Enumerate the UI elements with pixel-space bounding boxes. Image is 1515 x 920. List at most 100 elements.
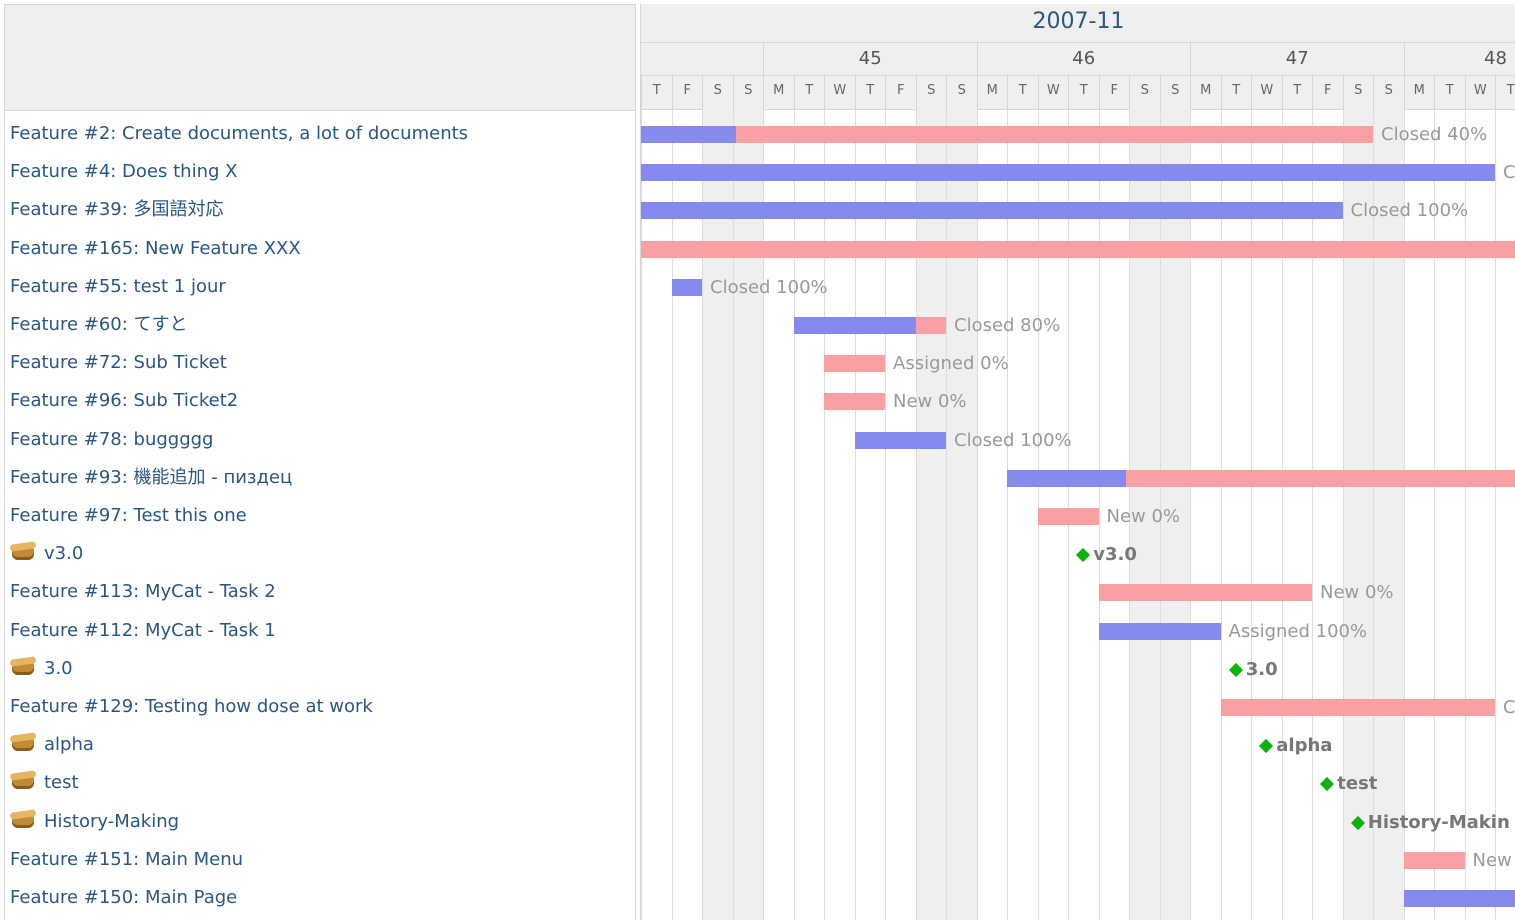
issue-row: Feature #2: Create documents, a lot of d… [10,119,468,149]
task-bar[interactable] [641,240,1515,258]
day-header-cell: S [702,76,733,109]
day-column [1373,109,1404,920]
milestone-label: History-Makin [1367,811,1510,833]
day-header-cell: W [1251,76,1282,109]
task-bar-progress [641,164,1495,182]
issue-link[interactable]: Feature #150: Main Page [10,887,237,908]
day-column [702,109,733,920]
day-column [1464,109,1496,920]
issue-link[interactable]: Feature #93: 機能追加 - пиздец [10,467,292,488]
month-header: 2007-11 [641,4,1515,43]
version-link[interactable]: History-Making [44,811,179,832]
task-bar-progress [793,317,916,334]
day-header-cell: S [732,76,764,109]
task-bar[interactable] [641,164,1495,182]
task-bar[interactable] [854,431,946,449]
issue-link[interactable]: Feature #165: New Feature XXX [10,238,301,259]
day-column [1434,109,1465,920]
issue-link[interactable]: Feature #2: Create documents, a lot of d… [10,123,468,144]
task-bar[interactable] [1403,890,1515,907]
task-bar-progress [1403,890,1515,907]
version-row: v3.0 [9,539,83,569]
task-bar[interactable] [1098,622,1221,640]
task-bar[interactable] [1098,584,1312,602]
week-header-cell [641,43,763,75]
task-bar[interactable] [1037,508,1099,525]
version-row: alpha [9,730,94,760]
day-header-cell: W [1037,76,1069,109]
day-header-cell: T [1495,76,1515,109]
week-header-cell: 46 [976,43,1191,75]
task-status-label: C 0 [1503,697,1515,718]
day-column [1190,109,1221,920]
day-column [1220,109,1252,920]
day-column [946,109,977,920]
issue-row: Feature #129: Testing how dose at work [10,692,373,722]
day-header-cell: T [1068,76,1099,109]
task-bar[interactable] [641,202,1343,220]
day-column [732,109,763,920]
task-bar[interactable] [793,317,946,334]
issue-row: Feature #93: 機能追加 - пиздец [10,463,292,493]
subject-panel: Feature #2: Create documents, a lot of d… [4,4,636,920]
issue-link[interactable]: Feature #112: MyCat - Task 1 [10,620,276,641]
task-bar[interactable] [1220,699,1495,716]
week-header-cell: 47 [1190,43,1404,75]
week-header-cell: 48 [1403,43,1515,75]
issue-row: Feature #165: New Feature XXX [10,234,301,264]
task-bar[interactable] [1007,469,1515,487]
day-header-cell: T [641,76,672,109]
issue-row: Feature #112: MyCat - Task 1 [10,616,276,646]
week-header-cell: 45 [763,43,977,75]
week-header: 45 46 47 48 [641,43,1515,76]
issue-link[interactable]: Feature #39: 多国語対応 [10,199,224,220]
day-header-cell: F [885,76,916,109]
day-column [885,109,916,920]
version-link[interactable]: 3.0 [44,658,73,679]
task-bar[interactable] [671,278,702,296]
day-header-cell: T [1220,76,1252,109]
day-column [824,109,855,920]
task-bar[interactable] [1403,851,1465,869]
version-row: test [9,768,79,798]
issue-link[interactable]: Feature #60: てすと [10,314,188,335]
issue-row: Feature #150: Main Page [10,883,237,913]
issue-row: Feature #39: 多国語対応 [10,195,224,225]
version-link[interactable]: alpha [44,734,94,755]
issue-row: Feature #96: Sub Ticket2 [10,386,238,416]
day-header-cell: M [763,76,794,109]
version-link[interactable]: v3.0 [44,543,83,564]
task-status-label: Closed 100% [710,276,828,298]
task-status-label: Assigned 0% [893,353,1009,375]
version-row: History-Making [9,807,179,837]
issue-link[interactable]: Feature #78: buggggg [10,429,213,450]
task-status-label: Assigned 100% [1228,620,1368,642]
task-status-label: C 1 [1503,162,1515,184]
task-bar[interactable] [824,393,885,411]
issue-link[interactable]: Feature #4: Does thing X [10,161,237,182]
day-column [793,109,825,920]
milestone-label: alpha [1276,735,1333,757]
issue-link[interactable]: Feature #129: Testing how dose at work [10,696,373,717]
task-status-label: New 0% [1106,506,1181,527]
issue-link[interactable]: Feature #151: Main Menu [10,849,243,870]
day-column [641,109,672,920]
issue-link[interactable]: Feature #55: test 1 jour [10,276,226,297]
issue-link[interactable]: Feature #72: Sub Ticket [10,352,227,373]
task-bar[interactable] [824,355,885,373]
task-status-label: New 0% [1320,582,1394,604]
issue-link[interactable]: Feature #96: Sub Ticket2 [10,390,238,411]
task-bar[interactable] [641,126,1373,143]
issue-link[interactable]: Feature #113: MyCat - Task 2 [10,581,276,602]
day-header-cell: T [793,76,825,109]
day-column [671,109,703,920]
day-header-cell: F [671,76,703,109]
version-link[interactable]: test [44,772,79,793]
day-column [1403,109,1435,920]
task-bar-progress [1098,622,1221,640]
issue-link[interactable]: Feature #97: Test this one [10,505,247,526]
issue-row: Feature #55: test 1 jour [10,272,226,302]
day-header-cell: F [1098,76,1130,109]
day-column [976,109,1008,920]
task-bar-progress [1007,469,1127,487]
